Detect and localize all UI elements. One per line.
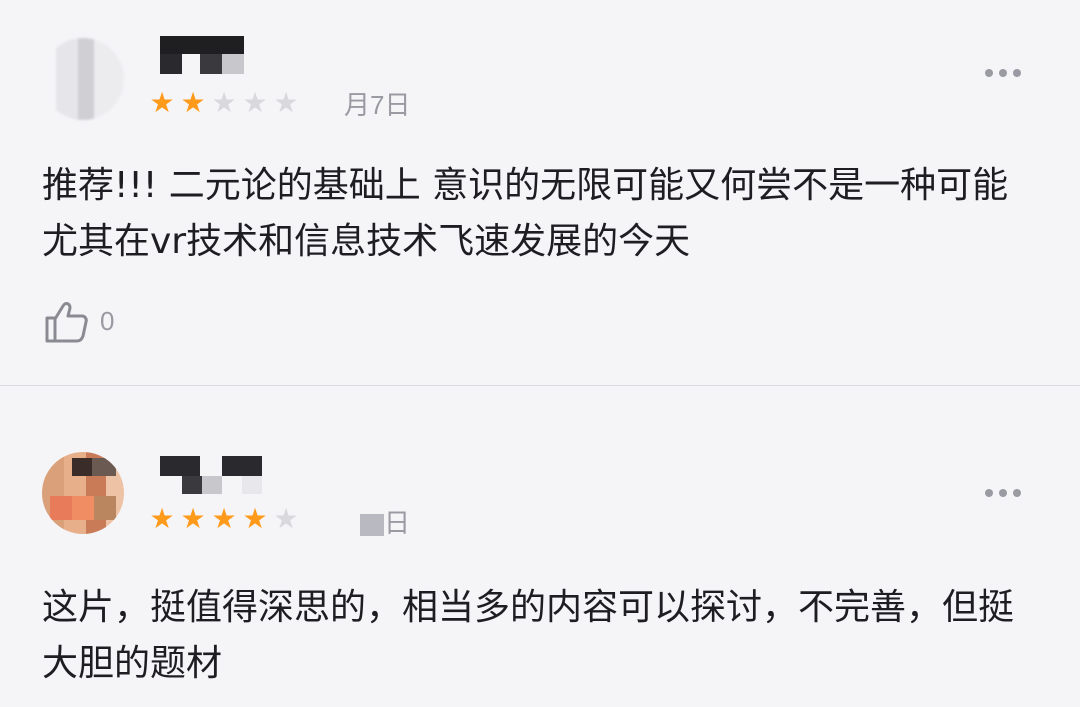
star-icon: ★ [180, 502, 206, 535]
more-dot [999, 489, 1007, 497]
more-options-icon[interactable] [985, 488, 1029, 498]
divider [0, 385, 1080, 386]
more-dot [1013, 489, 1021, 497]
rating-stars: ★ ★ ★ ★ ★ [148, 502, 300, 535]
star-icon: ★ [273, 502, 299, 535]
avatar[interactable] [42, 452, 124, 534]
star-icon: ★ [242, 502, 268, 535]
star-icon: ★ [211, 502, 237, 535]
comment-feed: ★ ★ ★ ★ ★ 月7日 推荐!!! 二元论的基础上 意识的无限可能又何尝不是一种可能… [0, 0, 1080, 707]
comment-date-text: 日 [384, 508, 411, 538]
comment-item: ★ ★ ★ ★ ★ 日 这片，挺值得深思的，相当多的内容可以探讨，不完善，但挺大胆的题材 [0, 0, 1080, 684]
date-redacted [360, 514, 384, 537]
comment-date: 日 [360, 508, 410, 538]
username-redacted[interactable] [160, 456, 264, 496]
comment-text: 这片，挺值得深思的，相当多的内容可以探讨，不完善，但挺大胆的题材 [42, 587, 1015, 684]
more-dot [985, 489, 993, 497]
star-icon: ★ [149, 502, 175, 535]
